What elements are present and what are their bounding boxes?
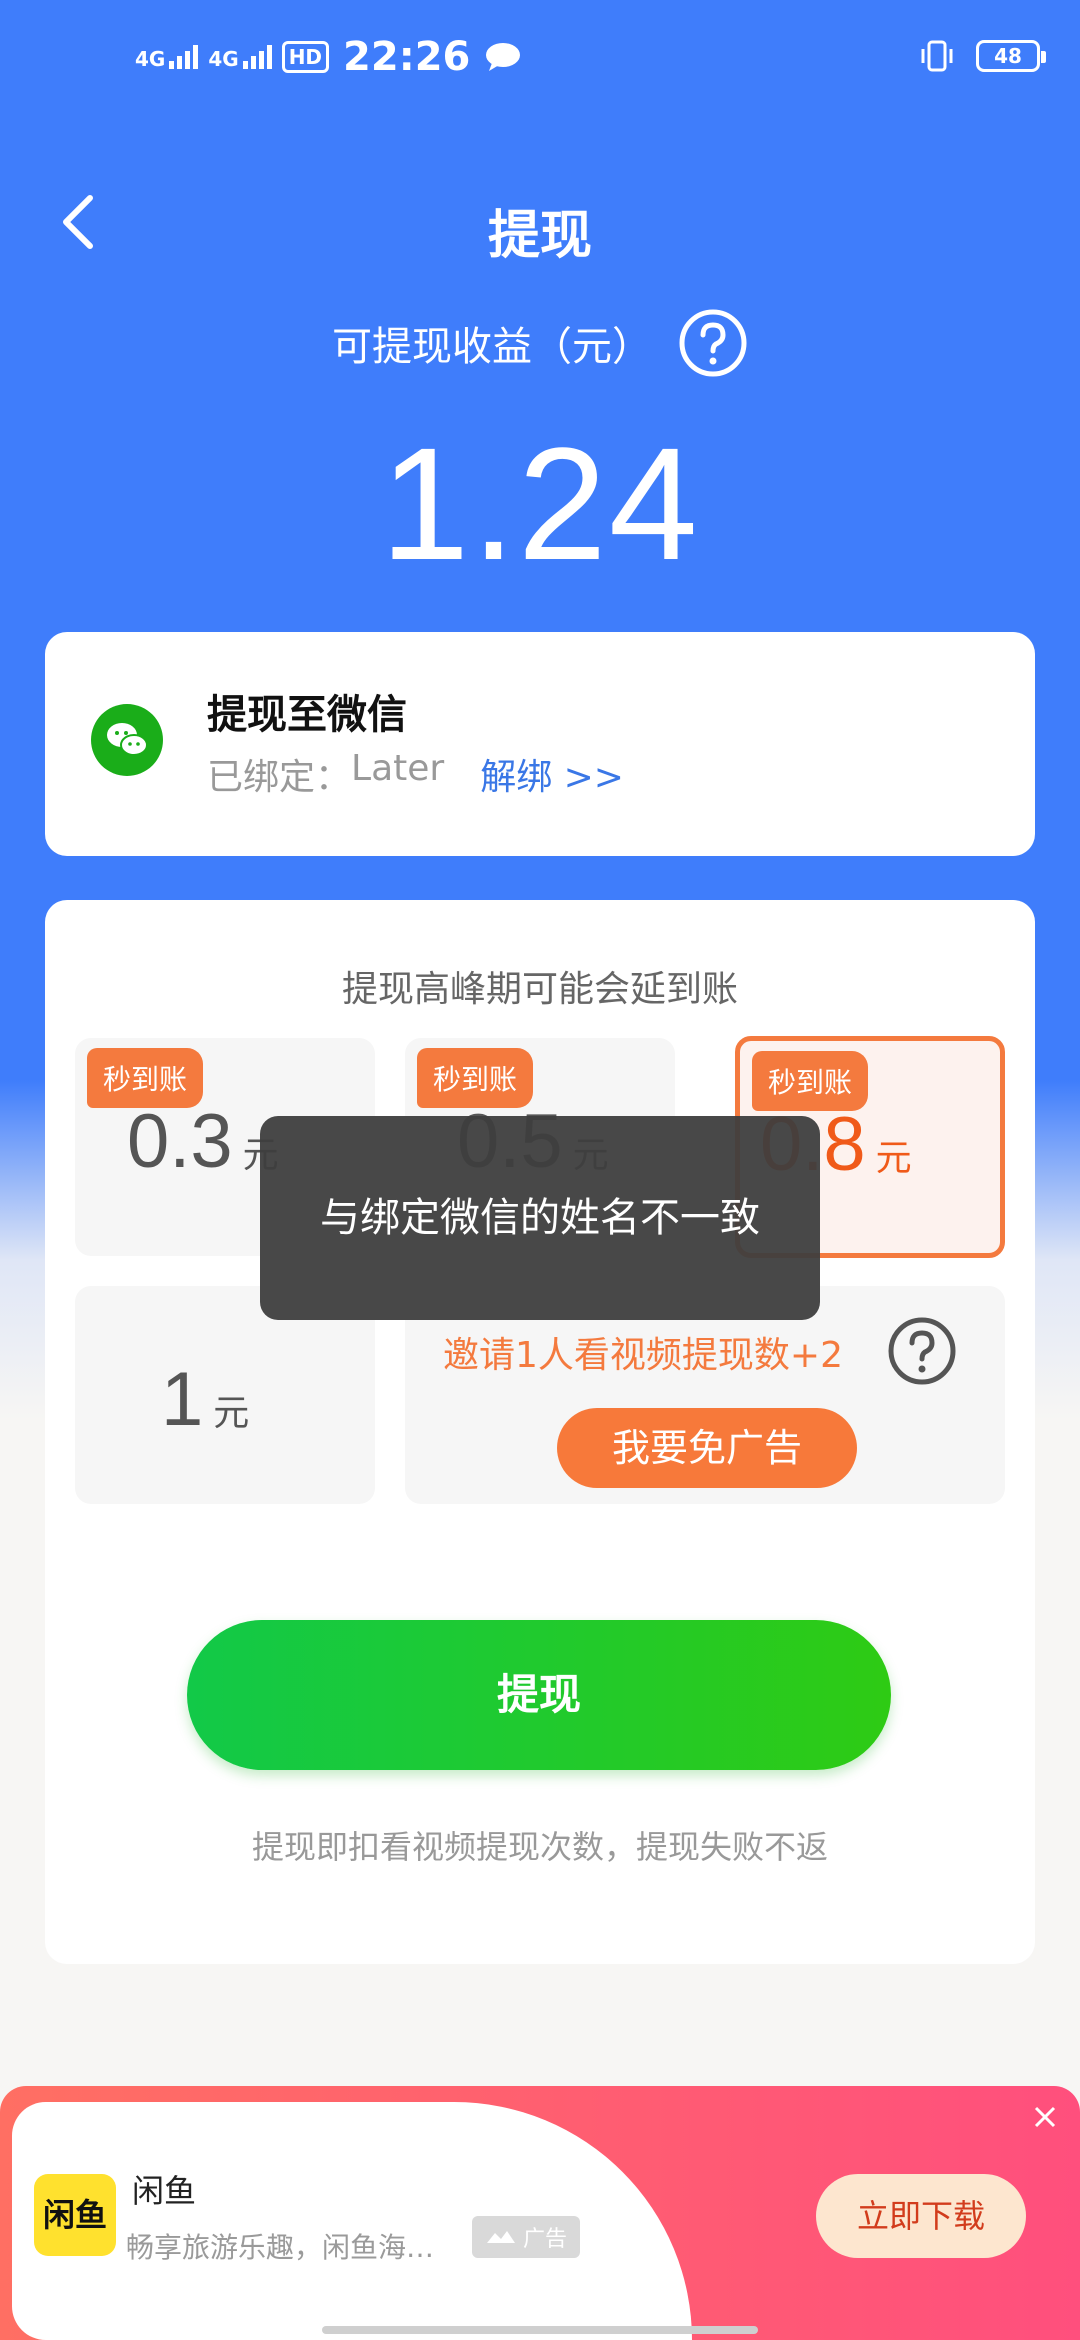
withdraw-button[interactable]: 提现 [187,1620,891,1770]
help-icon[interactable] [678,308,748,378]
signal-bars-icon [169,45,199,69]
ad-download-button[interactable]: 立即下载 [816,2174,1026,2258]
option-amount-value: 1元 [161,1356,249,1443]
earnings-row: 可提现收益（元） [0,308,1080,378]
help-icon[interactable] [887,1316,957,1386]
unbind-link[interactable]: 解绑 >> [480,748,624,800]
hd-voice-icon: HD [281,41,330,73]
page-title: 提现 [487,206,592,266]
signal-2: 4G [208,45,272,71]
ad-app-logo: 闲鱼 [34,2174,116,2256]
ad-tag-label: 广告 [522,2227,567,2252]
amount-text: 0.3 [127,1099,233,1184]
wechat-icon [91,704,163,776]
signal-2-label: 4G [208,47,239,71]
bound-prefix: 已绑定： [207,757,352,798]
signal-bars-icon [242,45,272,69]
battery-icon: 48 [976,40,1046,72]
home-indicator[interactable] [322,2326,758,2334]
close-icon[interactable] [1032,2104,1058,2130]
wechat-bound-status: 已绑定： Later 解绑 >> [207,748,624,800]
amount-unit: 元 [875,1137,912,1178]
balance-amount: 1.24 [380,414,700,593]
amount-unit: 元 [213,1392,250,1433]
ad-banner[interactable]: 闲鱼 闲鱼 畅享旅游乐趣，闲鱼海… 广告 立即下载 [0,2086,1080,2340]
invite-text: 邀请1人看视频提现数+2 [443,1335,843,1376]
status-time: 22:26 [343,34,471,80]
earnings-label: 可提现收益（元） [332,324,652,370]
wechat-title: 提现至微信 [207,692,407,738]
withdraw-note: 提现即扣看视频提现次数，提现失败不返 [251,1828,828,1866]
peak-notice: 提现高峰期可能会延到账 [341,969,738,1010]
withdraw-options-card: 提现高峰期可能会延到账 秒到账 0.3元 秒到账 0.5元 秒到账 0.8元 1… [45,900,1035,1964]
status-bar: 4G 4G HD 22:26 48 [0,0,1080,120]
error-toast: 与绑定微信的姓名不一致 [260,1116,820,1320]
option-amount-value: 0.3元 [127,1098,279,1185]
ad-description: 畅享旅游乐趣，闲鱼海… [126,2231,435,2264]
amount-text: 1 [161,1357,204,1442]
signal-1-label: 4G [135,47,166,71]
ad-app-name: 闲鱼 [132,2172,197,2210]
bound-account-name: Later [351,748,445,789]
chat-bubble-icon [486,43,521,71]
no-ads-button[interactable]: 我要免广告 [557,1408,857,1488]
ad-mark-icon [486,2231,515,2243]
vibrate-icon [921,40,953,72]
ad-tag: 广告 [472,2216,580,2258]
signal-1: 4G [135,45,199,71]
wechat-account-card: 提现至微信 已绑定： Later 解绑 >> [45,632,1035,856]
